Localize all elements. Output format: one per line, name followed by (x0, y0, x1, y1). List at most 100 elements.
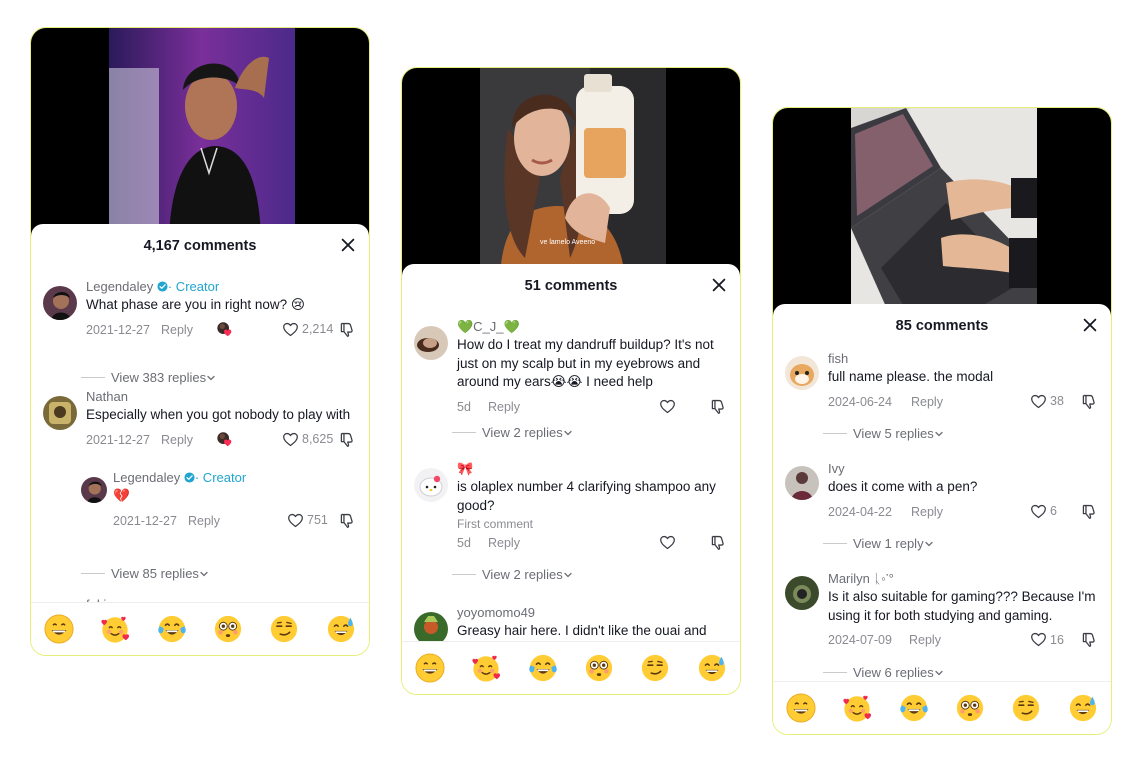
grinning-face-icon[interactable] (415, 653, 445, 683)
reply-button[interactable]: Reply (161, 433, 193, 447)
like-count: 2,214 (302, 322, 334, 336)
like-count: 751 (307, 513, 328, 527)
view-replies-button[interactable]: View 6 replies (823, 665, 944, 680)
chevron-down-icon (934, 429, 944, 439)
view-replies-button[interactable]: View 5 replies (823, 426, 944, 441)
comments-panel-3: 85 comments fish full name please. the m… (772, 107, 1112, 735)
reply-button[interactable]: Reply (188, 514, 220, 528)
like-button[interactable]: 2,214 (282, 321, 333, 338)
tears-of-joy-icon[interactable] (528, 653, 558, 683)
grinning-face-icon[interactable] (786, 693, 816, 723)
smiling-face-with-hearts-icon[interactable] (842, 693, 872, 723)
chevron-down-icon (199, 569, 209, 579)
comment-date: 5d (457, 399, 471, 414)
username[interactable]: fish (828, 350, 1097, 367)
smirking-face-icon[interactable] (269, 614, 299, 644)
reply-button[interactable]: Reply (909, 633, 941, 647)
first-comment-label: First comment (457, 517, 534, 531)
dislike-icon[interactable] (1080, 393, 1097, 410)
like-button[interactable]: 751 (287, 512, 328, 529)
avatar[interactable] (785, 576, 819, 610)
video-frame[interactable] (31, 28, 369, 238)
like-button[interactable] (659, 534, 676, 551)
video-frame[interactable] (773, 108, 1111, 318)
view-replies-label: View 2 replies (482, 567, 563, 582)
chevron-down-icon (563, 570, 573, 580)
avatar[interactable] (414, 468, 448, 502)
view-replies-button[interactable]: View 85 replies (81, 566, 209, 581)
like-button[interactable]: 6 (1030, 503, 1057, 520)
view-replies-button[interactable]: View 2 replies (452, 425, 573, 440)
avatar[interactable] (81, 477, 107, 503)
chevron-down-icon (924, 539, 934, 549)
comments-header: 51 comments (402, 264, 740, 308)
smirking-face-icon[interactable] (640, 653, 670, 683)
reply-button[interactable]: Reply (488, 400, 520, 414)
comment-text: Greasy hair here. I didn't like the ouai… (457, 623, 707, 638)
comment-list[interactable]: Legendaley · Creator What phase are you … (31, 270, 369, 603)
avatar[interactable] (43, 286, 77, 320)
view-replies-button[interactable]: View 383 replies (81, 370, 216, 385)
flushed-face-icon[interactable] (955, 693, 985, 723)
comments-count: 4,167 comments (143, 238, 257, 254)
username[interactable]: Legendaley (86, 279, 153, 294)
like-button[interactable]: 16 (1030, 631, 1064, 648)
dislike-icon[interactable] (709, 534, 726, 551)
dislike-icon[interactable] (1080, 503, 1097, 520)
like-button[interactable]: 38 (1030, 393, 1064, 410)
view-replies-label: View 383 replies (111, 370, 207, 385)
grinning-face-icon[interactable] (44, 614, 74, 644)
username[interactable]: yoyomomo49 (457, 604, 726, 621)
smiling-face-with-hearts-icon[interactable] (100, 614, 130, 644)
reply-button[interactable]: Reply (911, 395, 943, 409)
video-frame[interactable]: ve lamelo Aveeno (402, 68, 740, 278)
creator-badge: · Creator (194, 470, 247, 485)
username[interactable]: Legendaley (113, 470, 180, 485)
dislike-icon[interactable] (709, 398, 726, 415)
grinning-sweat-icon[interactable] (1068, 693, 1098, 723)
video-thumbnail (109, 28, 295, 238)
avatar[interactable] (43, 396, 77, 430)
smirking-face-icon[interactable] (1011, 693, 1041, 723)
tears-of-joy-icon[interactable] (157, 614, 187, 644)
smiling-face-with-hearts-icon[interactable] (471, 653, 501, 683)
comments-header: 85 comments (773, 304, 1111, 348)
comments-sheet: 51 comments 💚C_J_💚 How do I treat my dan… (402, 264, 740, 694)
username[interactable]: Ivy (828, 460, 1097, 477)
tears-of-joy-icon[interactable] (899, 693, 929, 723)
close-icon[interactable] (710, 276, 728, 294)
flushed-face-icon[interactable] (213, 614, 243, 644)
reply-button[interactable]: Reply (911, 505, 943, 519)
heart-icon (1030, 503, 1047, 520)
flushed-face-icon[interactable] (584, 653, 614, 683)
close-icon[interactable] (339, 236, 357, 254)
reply-button[interactable]: Reply (161, 323, 193, 337)
like-button[interactable]: 8,625 (282, 431, 333, 448)
heart-icon (659, 398, 676, 415)
dislike-icon[interactable] (338, 321, 355, 338)
comments-count: 85 comments (895, 318, 989, 334)
avatar[interactable] (414, 326, 448, 360)
close-icon[interactable] (1081, 316, 1099, 334)
comment-date: 2024-07-09 (828, 633, 892, 647)
avatar[interactable] (414, 612, 448, 642)
dislike-icon[interactable] (1080, 631, 1097, 648)
avatar[interactable] (785, 466, 819, 500)
username[interactable]: 🎀 (457, 460, 726, 477)
grinning-sweat-icon[interactable] (697, 653, 727, 683)
grinning-sweat-icon[interactable] (326, 614, 356, 644)
comment-text: 💔 (113, 488, 130, 503)
dislike-icon[interactable] (338, 431, 355, 448)
dislike-icon[interactable] (338, 512, 355, 529)
avatar[interactable] (785, 356, 819, 390)
view-replies-button[interactable]: View 2 replies (452, 567, 573, 582)
view-replies-button[interactable]: View 1 reply (823, 536, 934, 551)
comment-list[interactable]: fish full name please. the modal 2024-06… (773, 350, 1111, 682)
like-button[interactable] (659, 398, 676, 415)
reply-button[interactable]: Reply (488, 536, 520, 550)
username[interactable]: Marilyn ᚳ◦་° (828, 570, 1097, 587)
view-replies-label: View 6 replies (853, 665, 934, 680)
username[interactable]: 💚C_J_💚 (457, 318, 726, 335)
comment-list[interactable]: 💚C_J_💚 How do I treat my dandruff buildu… (402, 310, 740, 642)
username[interactable]: Nathan (86, 388, 355, 405)
